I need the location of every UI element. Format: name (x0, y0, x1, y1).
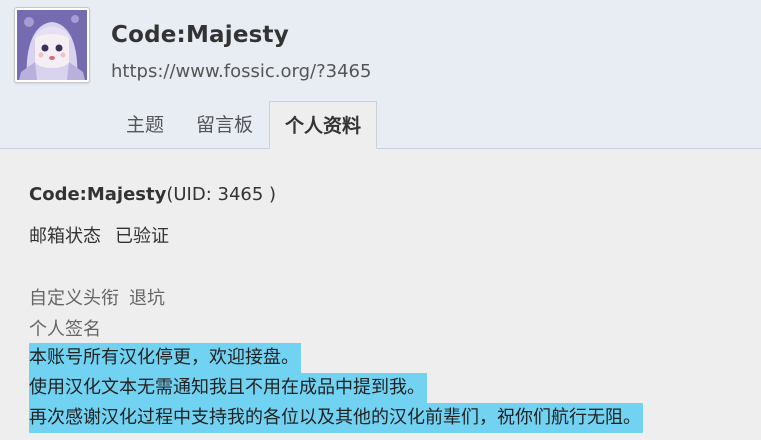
email-status-label: 邮箱状态 (29, 226, 101, 247)
email-status-value: 已验证 (115, 226, 169, 247)
profile-tabs: 主题 留言板 个人资料 (110, 101, 378, 149)
avatar[interactable] (14, 7, 90, 83)
profile-uid: (UID: 3465 ) (166, 184, 277, 205)
email-status-row: 邮箱状态 已验证 (29, 222, 169, 248)
signature-text: 本账号所有汉化停更，欢迎接盘。 使用汉化文本无需通知我且不用在成品中提到我。 再… (29, 343, 643, 433)
signature-line: 使用汉化文本无需通知我且不用在成品中提到我。 (29, 373, 427, 403)
custom-title-label: 自定义头衔 (29, 288, 119, 309)
signature-line: 本账号所有汉化停更，欢迎接盘。 (29, 343, 301, 373)
profile-name-line: Code:Majesty(UID: 3465 ) (29, 184, 276, 205)
tab-message-board[interactable]: 留言板 (180, 101, 269, 148)
custom-title-value: 退坑 (129, 288, 165, 309)
tab-profile[interactable]: 个人资料 (269, 101, 378, 149)
custom-title-row: 自定义头衔 退坑 (29, 284, 165, 310)
profile-url[interactable]: https://www.fossic.org/?3465 (111, 61, 371, 82)
profile-name: Code:Majesty (29, 184, 167, 205)
profile-header: Code:Majesty https://www.fossic.org/?346… (0, 0, 761, 149)
username-title: Code:Majesty (111, 22, 289, 48)
signature-label: 个人签名 (29, 319, 101, 340)
signature-line: 再次感谢汉化过程中支持我的各位以及其他的汉化前辈们，祝你们航行无阻。 (29, 403, 643, 433)
tab-topics[interactable]: 主题 (110, 101, 180, 148)
avatar-image (17, 10, 87, 80)
